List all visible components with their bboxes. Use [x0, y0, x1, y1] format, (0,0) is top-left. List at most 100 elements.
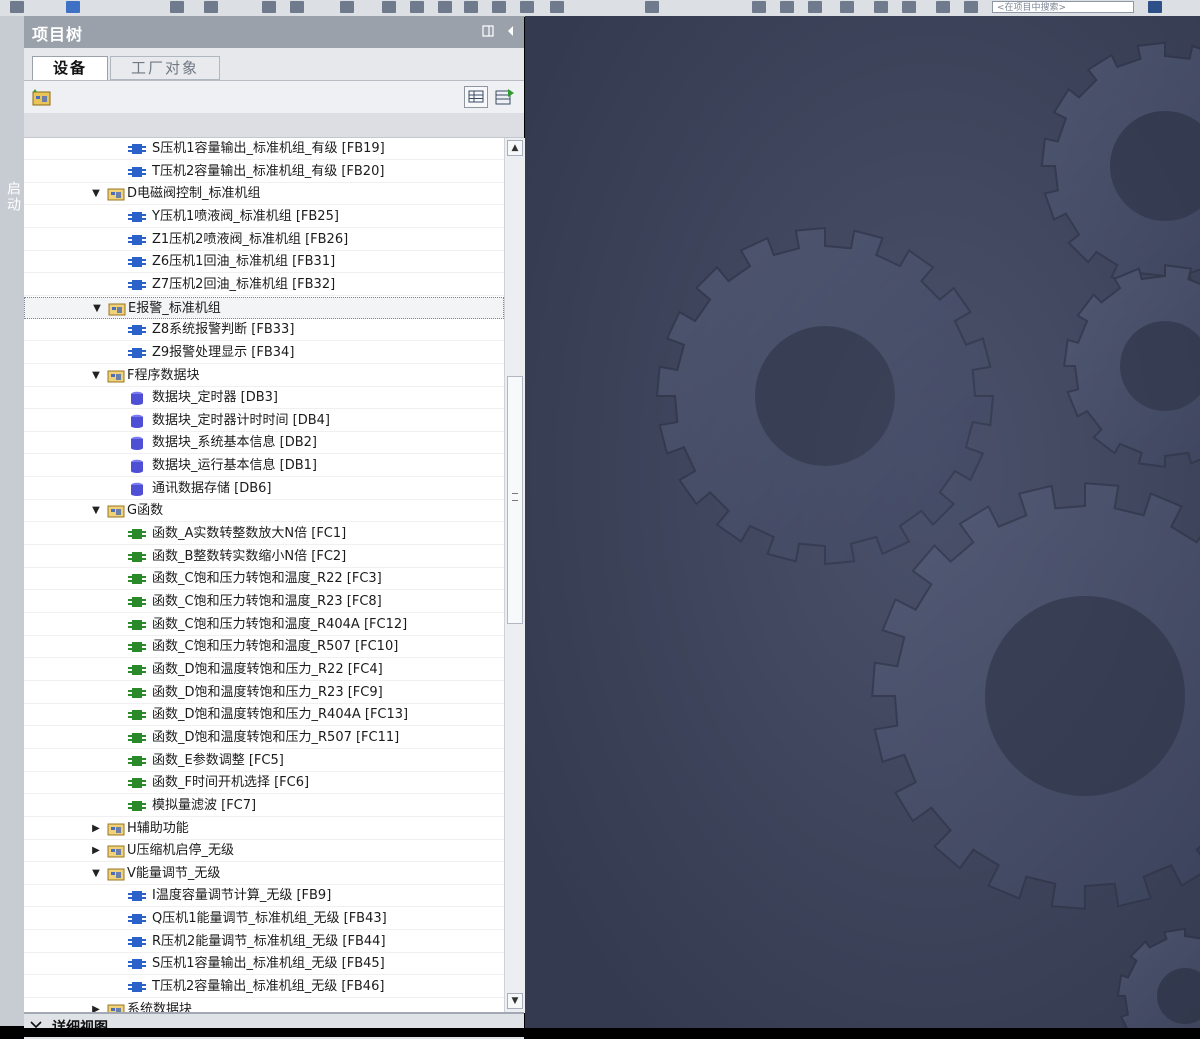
scroll-up-button[interactable]: ▲	[507, 140, 523, 156]
tree-item-row[interactable]: 数据块_定时器 [DB3]	[24, 387, 504, 410]
tree-item-row[interactable]: S压机1容量输出_标准机组_无级 [FB45]	[24, 953, 504, 976]
tree-item-row[interactable]: 模拟量滤波 [FC7]	[24, 795, 504, 817]
search-input[interactable]: <在项目中搜索>	[992, 1, 1134, 13]
toolbar-icon[interactable]	[204, 1, 218, 13]
add-new-device-icon[interactable]	[32, 88, 52, 106]
tree-item-row[interactable]: Z1压机2喷液阀_标准机组 [FB26]	[24, 229, 504, 251]
toolbar-icon[interactable]	[520, 1, 534, 13]
go-offline-icon[interactable]	[645, 1, 659, 13]
tree-item-row[interactable]: 数据块_系统基本信息 [DB2]	[24, 432, 504, 455]
tree-item-row[interactable]: Z9报警处理显示 [FB34]	[24, 342, 504, 364]
workspace-area	[525, 16, 1200, 1028]
toolbar-icon[interactable]	[808, 1, 822, 13]
tree-item-row[interactable]: 函数_B整数转实数缩小N倍 [FC2]	[24, 546, 504, 568]
tree-item-label: Y压机1喷液阀_标准机组 [FB25]	[152, 208, 339, 224]
tree-item-label: Z1压机2喷液阀_标准机组 [FB26]	[152, 231, 349, 247]
toolbar-icon[interactable]	[464, 1, 478, 13]
search-go-icon[interactable]	[1148, 1, 1162, 13]
toolbar-icon[interactable]	[262, 1, 276, 13]
toolbar-icon[interactable]	[382, 1, 396, 13]
tree-folder-row[interactable]: ▼ V能量调节_无级	[24, 863, 504, 885]
expand-right-icon[interactable]: ▶	[90, 999, 102, 1013]
tree-item-row[interactable]: S压机1容量输出_标准机组_有级 [FB19]	[24, 138, 504, 160]
tree-item-row[interactable]: 函数_C饱和压力转饱和温度_R23 [FC8]	[24, 591, 504, 613]
toolbar-icon[interactable]	[874, 1, 888, 13]
toolbar-icon[interactable]	[936, 1, 950, 13]
toolbar-icon[interactable]	[902, 1, 916, 13]
delete-icon[interactable]	[290, 1, 304, 13]
expand-down-icon[interactable]: ▼	[90, 365, 102, 387]
tree-item-row[interactable]: 数据块_定时器计时时间 [DB4]	[24, 410, 504, 432]
tree-item-row[interactable]: 函数_D饱和温度转饱和压力_R23 [FC9]	[24, 682, 504, 704]
expand-down-icon[interactable]: ▼	[90, 863, 102, 885]
tree-item-row[interactable]: 函数_C饱和压力转饱和温度_R404A [FC12]	[24, 614, 504, 636]
scroll-down-button[interactable]: ▼	[507, 993, 523, 1009]
tree-item-row[interactable]: Z8系统报警判断 [FB33]	[24, 319, 504, 342]
bottom-edge	[0, 1028, 1200, 1037]
pin-icon[interactable]	[482, 25, 494, 37]
collapse-left-icon[interactable]	[505, 25, 517, 37]
start-tab-label[interactable]: 启动	[3, 181, 23, 213]
tree-folder-row[interactable]: ▶ H辅助功能	[24, 818, 504, 840]
top-toolbar: <在项目中搜索>	[0, 0, 1200, 17]
tree-item-row[interactable]: 函数_D饱和温度转饱和压力_R404A [FC13]	[24, 704, 504, 727]
tree-item-row[interactable]: 函数_F时间开机选择 [FC6]	[24, 772, 504, 795]
expand-down-icon[interactable]: ▼	[90, 500, 102, 522]
tree-item-label: E报警_标准机组	[128, 300, 221, 316]
tree-folder-row[interactable]: ▼ G函数	[24, 500, 504, 523]
list-view-icon[interactable]	[464, 86, 488, 108]
tree-item-label: Z7压机2回油_标准机组 [FB32]	[152, 276, 336, 292]
save-icon[interactable]	[66, 1, 80, 13]
toolbar-icon[interactable]	[170, 1, 184, 13]
tree-folder-row[interactable]: ▼ E报警_标准机组	[24, 296, 504, 320]
panel-title: 项目树	[32, 25, 84, 44]
tabs-row: 设备 工厂对象	[24, 48, 524, 81]
expand-right-icon[interactable]: ▶	[90, 818, 102, 840]
tree-folder-row[interactable]: ▼ F程序数据块	[24, 365, 504, 387]
toolbar-icon[interactable]	[780, 1, 794, 13]
tree-item-label: 函数_D饱和温度转饱和压力_R23 [FC9]	[152, 684, 383, 700]
tree-item-row[interactable]: Z7压机2回油_标准机组 [FB32]	[24, 274, 504, 296]
toolbar-icon[interactable]	[492, 1, 506, 13]
tree-item-row[interactable]: 函数_D饱和温度转饱和压力_R507 [FC11]	[24, 727, 504, 749]
toolbar-icon[interactable]	[438, 1, 452, 13]
tree-item-row[interactable]: 函数_A实数转整数放大N倍 [FC1]	[24, 523, 504, 546]
tree-item-row[interactable]: 函数_E参数调整 [FC5]	[24, 750, 504, 772]
toolbar-icon[interactable]	[752, 1, 766, 13]
panel-header: 项目树	[24, 16, 524, 48]
tree-item-label: I温度容量调节计算_无级 [FB9]	[152, 888, 332, 904]
project-tree: S压机1容量输出_标准机组_有级 [FB19] T压机2容量输出_标准机组_有级 …	[24, 138, 504, 1013]
tree-item-row[interactable]: 函数_C饱和压力转饱和温度_R22 [FC3]	[24, 568, 504, 591]
toolbar-icon[interactable]	[964, 1, 978, 13]
tab-plant-objects[interactable]: 工厂对象	[110, 56, 220, 80]
tree-item-row[interactable]: 函数_D饱和温度转饱和压力_R22 [FC4]	[24, 659, 504, 681]
overview-icon[interactable]	[494, 87, 516, 107]
tree-item-label: 数据块_系统基本信息 [DB2]	[152, 435, 317, 451]
go-online-icon[interactable]	[550, 1, 564, 13]
tree-item-row[interactable]: T压机2容量输出_标准机组_有级 [FB20]	[24, 161, 504, 183]
expand-right-icon[interactable]: ▶	[90, 840, 102, 862]
scroll-thumb[interactable]	[507, 376, 523, 624]
tree-item-row[interactable]: 通讯数据存储 [DB6]	[24, 478, 504, 500]
tree-item-row[interactable]: R压机2能量调节_标准机组_无级 [FB44]	[24, 931, 504, 953]
toolbar-icon[interactable]	[410, 1, 424, 13]
tree-item-row[interactable]: I温度容量调节计算_无级 [FB9]	[24, 885, 504, 908]
toolbar-icon[interactable]	[840, 1, 854, 13]
tree-item-row[interactable]: 数据块_运行基本信息 [DB1]	[24, 455, 504, 478]
tree-item-row[interactable]: Q压机1能量调节_标准机组_无级 [FB43]	[24, 908, 504, 931]
tree-scrollbar[interactable]: ▲ ▼	[504, 138, 525, 1013]
toolbar-icon[interactable]	[340, 1, 354, 13]
tree-folder-row[interactable]: ▶ 系统数据块	[24, 999, 504, 1013]
expand-down-icon[interactable]: ▼	[91, 298, 103, 320]
left-vertical-strip: 启动	[0, 16, 25, 1026]
expand-down-icon[interactable]: ▼	[90, 183, 102, 205]
tree-folder-row[interactable]: ▼ D电磁阀控制_标准机组	[24, 183, 504, 206]
tree-item-row[interactable]: 函数_C饱和压力转饱和温度_R507 [FC10]	[24, 636, 504, 659]
tab-devices[interactable]: 设备	[32, 56, 108, 80]
toolbar-icon[interactable]	[10, 1, 24, 13]
tree-item-row[interactable]: Z6压机1回油_标准机组 [FB31]	[24, 251, 504, 274]
tree-item-row[interactable]: Y压机1喷液阀_标准机组 [FB25]	[24, 206, 504, 228]
tree-folder-row[interactable]: ▶ U压缩机启停_无级	[24, 840, 504, 863]
tree-item-row[interactable]: T压机2容量输出_标准机组_无级 [FB46]	[24, 976, 504, 999]
tree-item-label: 函数_C饱和压力转饱和温度_R22 [FC3]	[152, 571, 382, 587]
